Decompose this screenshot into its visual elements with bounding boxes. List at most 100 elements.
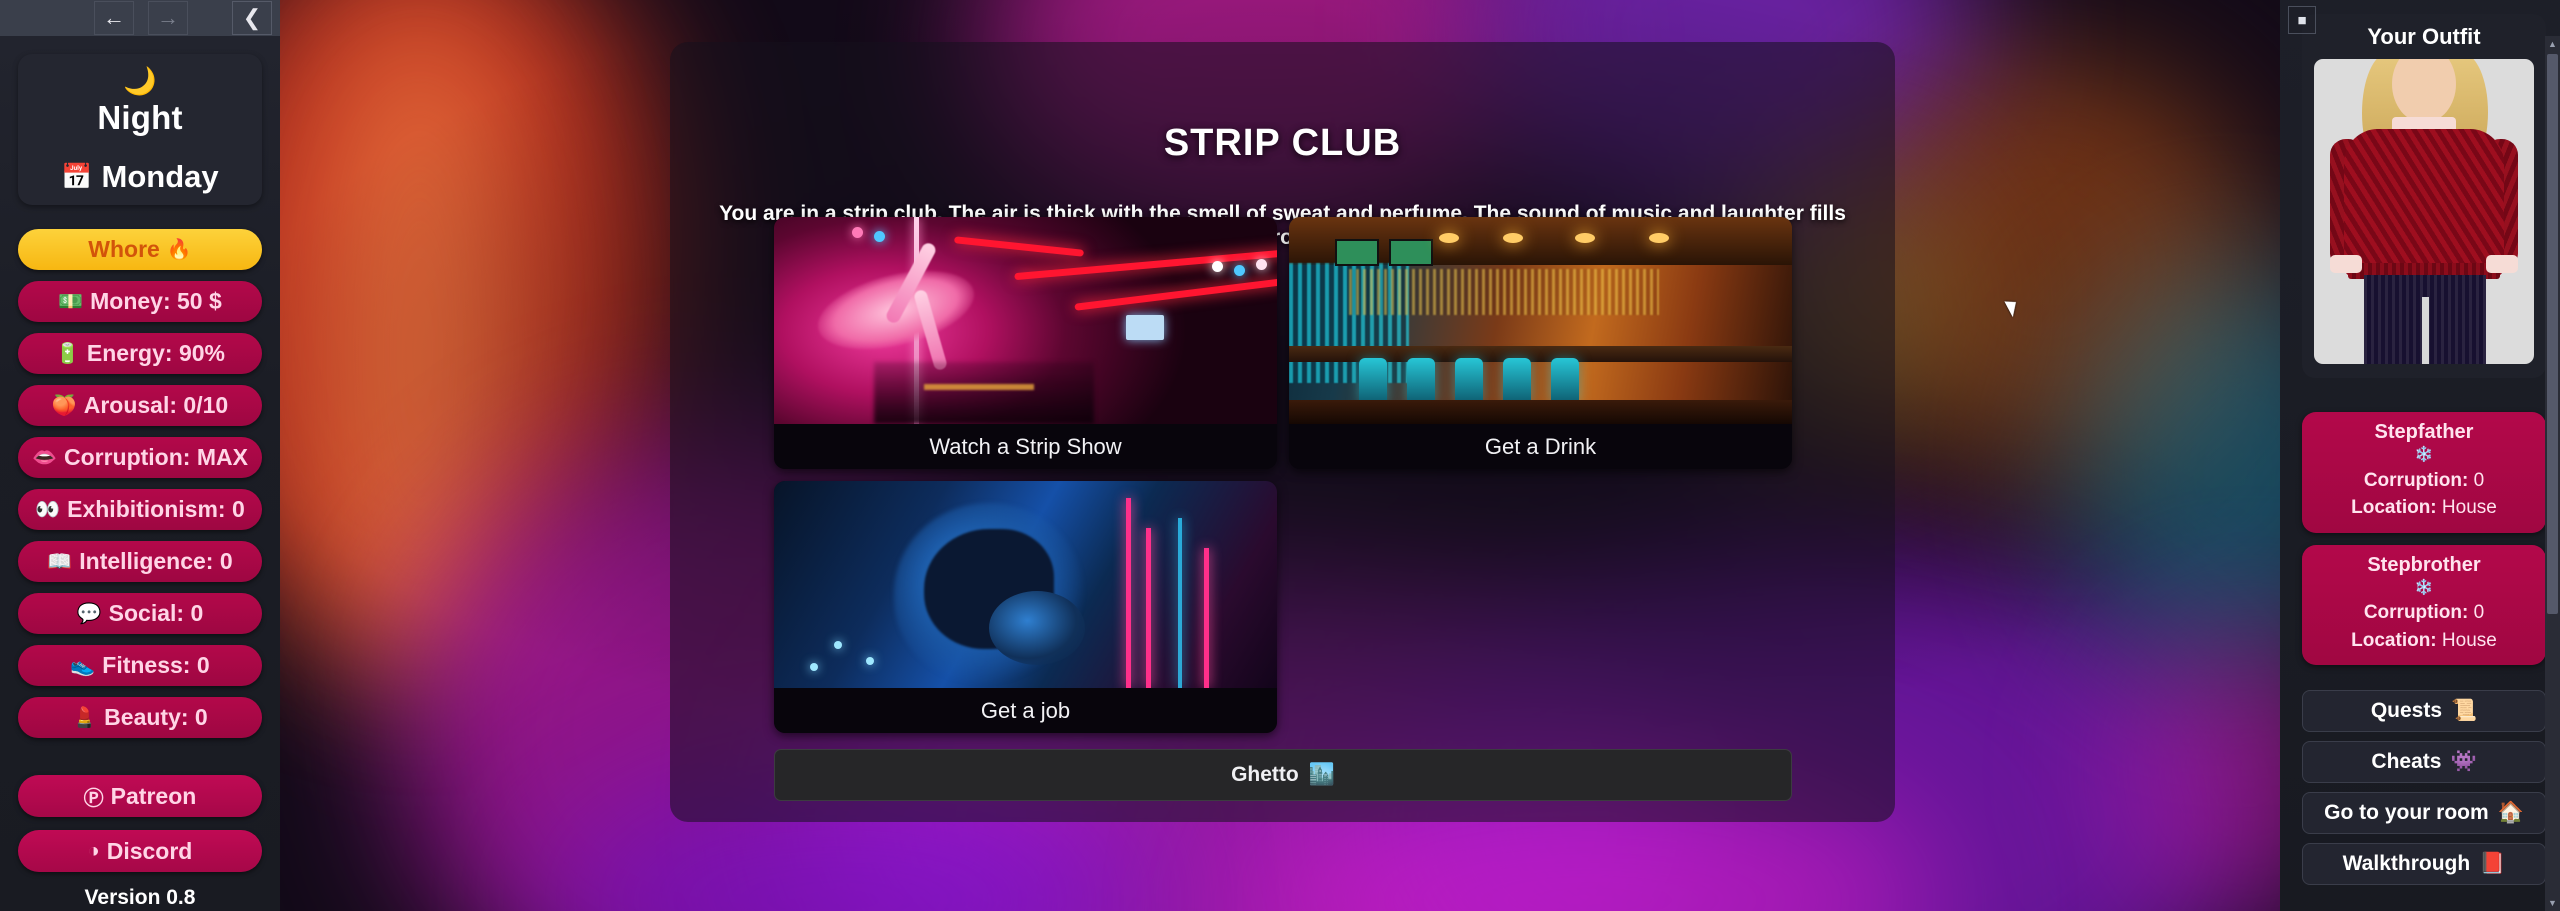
rank-label: Whore — [88, 236, 160, 262]
snowflake-icon: ❄️ — [2414, 578, 2434, 596]
menu-button-cheats[interactable]: Cheats 👾 — [2302, 741, 2546, 784]
bar-art — [1289, 217, 1792, 424]
stat-label: Fitness: 0 — [102, 652, 210, 678]
stat-corruption: 👄 Corruption: MAX — [18, 437, 262, 478]
stat-label: Social: 0 — [108, 600, 204, 626]
sidebar-scrollbar[interactable]: ▲ ▼ — [2545, 36, 2560, 911]
discord-label: Discord — [106, 837, 193, 864]
fire-icon: 🔥 — [166, 239, 192, 261]
npc-corruption-value: 0 — [2473, 602, 2485, 624]
menu-button-label: Walkthrough — [2342, 852, 2471, 876]
stat-fitness: 👟 Fitness: 0 — [18, 645, 262, 686]
stat-label: Exhibitionism: 0 — [67, 496, 245, 522]
arrow-left-icon[interactable]: ← — [94, 1, 134, 35]
patreon-label: Patreon — [110, 782, 197, 809]
stat-arousal: 🍑 Arousal: 0/10 — [18, 385, 262, 426]
stat-exhibitionism: 👀 Exhibitionism: 0 — [18, 489, 262, 530]
cityscape-icon: 🏙️ — [1308, 763, 1335, 786]
action-card-watch-strip-show[interactable]: Watch a Strip Show — [774, 217, 1277, 469]
discord-icon: ◑ — [87, 839, 100, 862]
stat-label: Beauty: 0 — [104, 704, 208, 730]
npc-corruption: Corruption: 0 — [2308, 599, 2540, 627]
stat-social: 💬 Social: 0 — [18, 593, 262, 634]
stat-label: Corruption: MAX — [63, 444, 248, 470]
snowflake-icon: ❄️ — [2414, 446, 2434, 463]
lips-icon: 👄 — [32, 447, 57, 469]
arrow-right-icon[interactable]: → — [148, 1, 188, 35]
chevron-left-icon[interactable]: ❮ — [232, 1, 272, 35]
closed-book-icon: 📕 — [2479, 852, 2506, 876]
npc-card-stepbrother[interactable]: Stepbrother ❄️ Corruption: 0 Location: H… — [2302, 544, 2546, 666]
npc-location-value: House — [2441, 497, 2497, 519]
dancer-silhouette-art — [774, 481, 1277, 688]
npc-corruption-label: Corruption: — [2363, 602, 2469, 624]
npc-corruption-label: Corruption: — [2363, 469, 2469, 491]
strip-show-art — [774, 217, 1277, 424]
time-of-day-label: Night — [97, 99, 183, 136]
scroll-icon: 📜 — [2451, 699, 2478, 723]
npc-name: Stepbrother — [2367, 553, 2481, 576]
day-label: Monday — [101, 159, 219, 194]
discord-link[interactable]: ◑ Discord — [18, 830, 262, 872]
stat-label: Money: 50 $ — [90, 288, 222, 314]
npc-corruption-value: 0 — [2473, 469, 2485, 491]
calendar-icon: 📅 — [61, 162, 93, 191]
house-icon: 🏠 — [2497, 801, 2524, 825]
stat-intelligence: 📖 Intelligence: 0 — [18, 541, 262, 582]
browser-nav-bar: ← → ❮ — [0, 0, 280, 36]
npc-location: Location: House — [2308, 494, 2540, 522]
npc-corruption: Corruption: 0 — [2308, 467, 2540, 495]
battery-icon: 🔋 — [55, 343, 80, 365]
npc-location: Location: House — [2308, 627, 2540, 655]
stat-label: Arousal: 0/10 — [83, 392, 229, 418]
action-card-get-a-drink[interactable]: Get a Drink — [1289, 217, 1792, 469]
npc-location-label: Location: — [2351, 497, 2437, 519]
stat-energy: 🔋 Energy: 90% — [18, 333, 262, 374]
patreon-link[interactable]: Ⓟ Patreon — [18, 775, 262, 817]
action-card-label: Watch a Strip Show — [774, 424, 1277, 469]
eyes-icon: 👀 — [35, 499, 61, 521]
scrollbar-thumb[interactable] — [2547, 54, 2558, 614]
shoe-icon: 👟 — [70, 655, 96, 677]
version-label: Version 0.8 — [84, 886, 196, 909]
right-sidebar: ■ Your Outfit Stepfather ❄️ Corruption: … — [2280, 0, 2560, 911]
stat-money: 💵 Money: 50 $ — [18, 281, 262, 322]
menu-button-label: Quests — [2370, 699, 2443, 723]
action-card-get-a-job[interactable]: Get a job — [774, 481, 1277, 733]
stat-beauty: 💄 Beauty: 0 — [18, 697, 262, 738]
travel-button-ghetto[interactable]: Ghetto 🏙️ — [774, 749, 1792, 801]
rank-pill[interactable]: Whore 🔥 — [18, 229, 262, 270]
patreon-icon: Ⓟ — [83, 787, 104, 810]
menu-button-label: Go to your room — [2324, 801, 2489, 825]
action-card-grid: Watch a Strip Show Get a Drink Get a job — [774, 217, 1792, 733]
npc-name: Stepfather — [2374, 421, 2474, 443]
alien-monster-icon: 👾 — [2450, 750, 2477, 774]
travel-button-label: Ghetto — [1231, 763, 1299, 786]
npc-location-value: House — [2441, 629, 2497, 651]
outfit-image[interactable] — [2314, 59, 2534, 364]
left-sidebar: 🌙 Night 📅 Monday Whore 🔥 💵 Money: 50 $ 🔋… — [0, 36, 280, 911]
speech-bubble-icon: 💬 — [76, 603, 102, 625]
menu-button-go-to-your-room[interactable]: Go to your room 🏠 — [2302, 792, 2546, 835]
time-card: 🌙 Night 📅 Monday — [18, 54, 262, 205]
book-icon: 📖 — [47, 551, 73, 573]
stat-label: Energy: 90% — [86, 340, 225, 366]
close-panel-icon[interactable]: ■ — [2288, 6, 2316, 34]
scroll-down-icon[interactable]: ▼ — [2545, 895, 2560, 911]
moon-icon: 🌙 — [123, 66, 157, 96]
scroll-up-icon[interactable]: ▲ — [2545, 36, 2560, 52]
menu-button-label: Cheats — [2371, 750, 2442, 774]
menu-button-quests[interactable]: Quests 📜 — [2302, 690, 2546, 733]
outfit-title: Your Outfit — [2367, 24, 2481, 49]
npc-location-label: Location: — [2351, 629, 2437, 651]
day-row: 📅 Monday — [61, 159, 218, 195]
menu-button-walkthrough[interactable]: Walkthrough 📕 — [2302, 843, 2546, 886]
action-card-label: Get a job — [774, 688, 1277, 733]
action-card-label: Get a Drink — [1289, 424, 1792, 469]
page-title: STRIP CLUB — [1163, 122, 1402, 164]
npc-card-stepfather[interactable]: Stepfather ❄️ Corruption: 0 Location: Ho… — [2302, 412, 2546, 533]
outfit-panel: Your Outfit — [2302, 14, 2546, 378]
lipstick-icon: 💄 — [72, 707, 98, 729]
location-panel: STRIP CLUB You are in a strip club. The … — [670, 42, 1895, 822]
peach-icon: 🍑 — [51, 395, 77, 417]
